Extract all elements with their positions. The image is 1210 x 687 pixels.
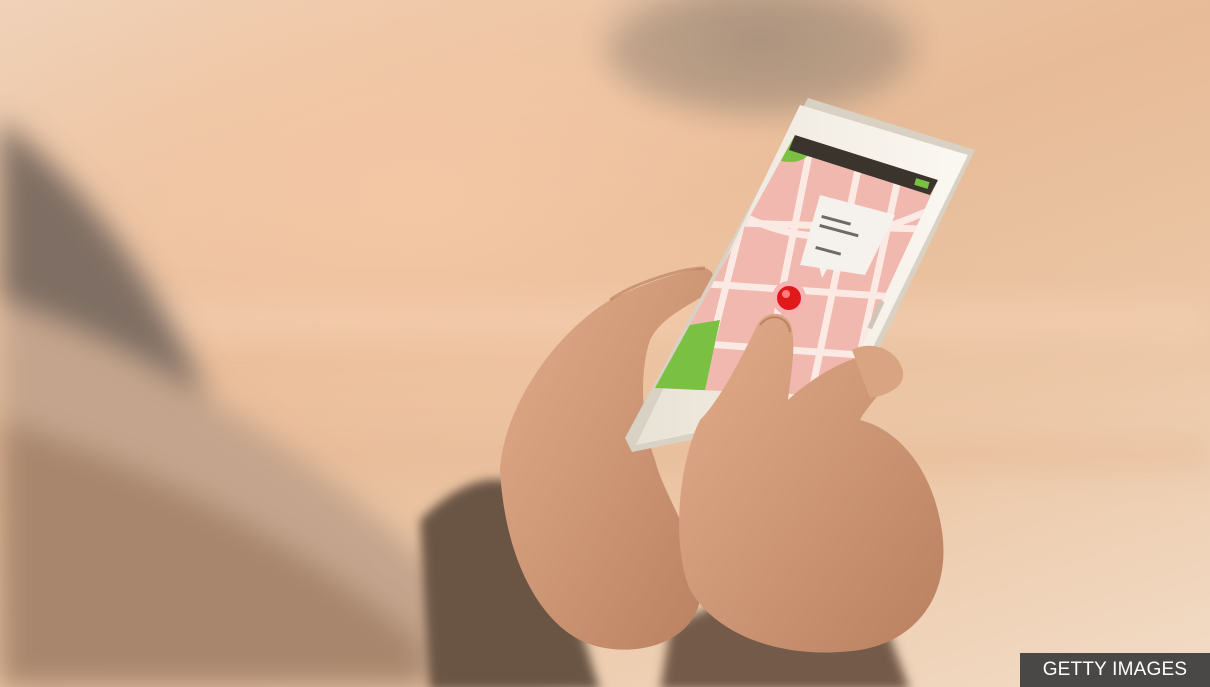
map-pin-icon (772, 281, 806, 315)
photo-credit: GETTY IMAGES (1020, 653, 1210, 687)
photo: GETTY IMAGES (0, 0, 1210, 687)
photo-illustration (0, 0, 1210, 687)
